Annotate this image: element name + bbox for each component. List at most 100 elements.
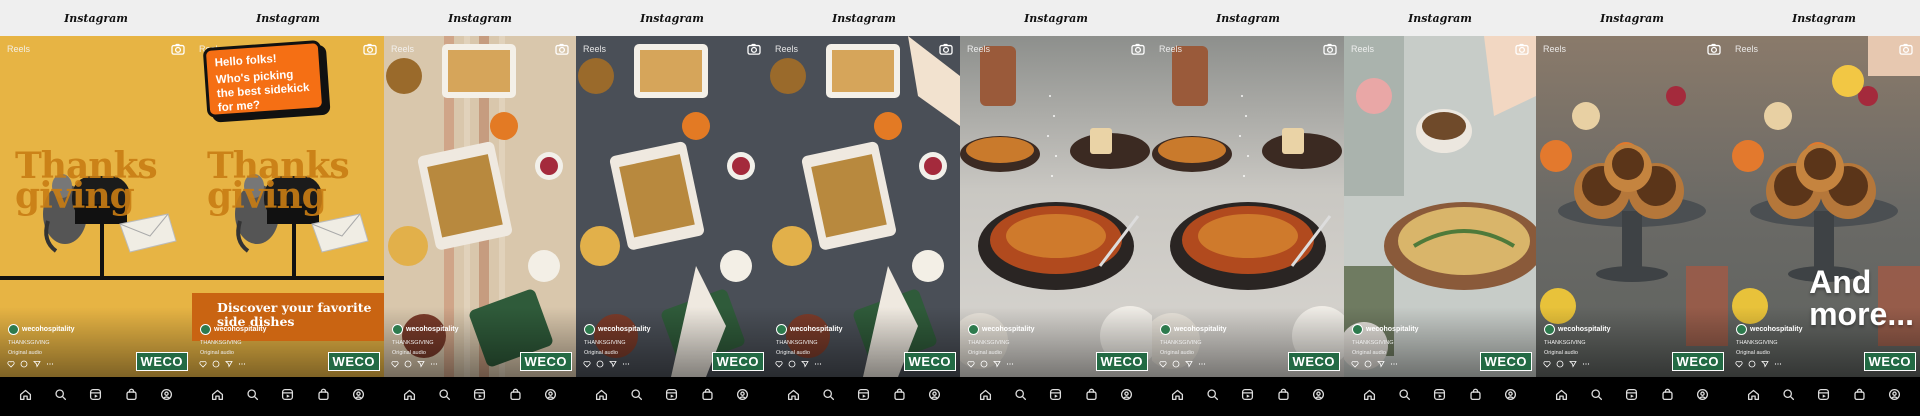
account-row[interactable]: wecohospitality: [1736, 324, 1803, 335]
reel-content[interactable]: Reels wecohospitality THANKSGIVING Origi…: [576, 36, 768, 377]
shop-icon[interactable]: [509, 388, 522, 406]
profile-icon[interactable]: [736, 388, 749, 406]
heart-icon[interactable]: [391, 355, 399, 373]
avatar[interactable]: [776, 324, 787, 335]
account-name[interactable]: wecohospitality: [214, 326, 267, 333]
profile-icon[interactable]: [928, 388, 941, 406]
account-row[interactable]: wecohospitality: [1160, 324, 1227, 335]
heart-icon[interactable]: [1159, 355, 1167, 373]
account-name[interactable]: wecohospitality: [22, 326, 75, 333]
reels-icon[interactable]: [665, 388, 678, 406]
comment-icon[interactable]: [20, 355, 28, 373]
shop-icon[interactable]: [1853, 388, 1866, 406]
reels-tab-label[interactable]: Reels: [775, 44, 798, 54]
home-icon[interactable]: [403, 388, 416, 406]
home-icon[interactable]: [211, 388, 224, 406]
send-icon[interactable]: [1761, 355, 1769, 373]
reel-content[interactable]: Reels wecohospitality THANKSGIVING Origi…: [960, 36, 1152, 377]
heart-icon[interactable]: [7, 355, 15, 373]
more-icon[interactable]: [46, 355, 54, 373]
reels-icon[interactable]: [1625, 388, 1638, 406]
home-icon[interactable]: [595, 388, 608, 406]
profile-icon[interactable]: [352, 388, 365, 406]
home-icon[interactable]: [1747, 388, 1760, 406]
comment-icon[interactable]: [1364, 355, 1372, 373]
send-icon[interactable]: [993, 355, 1001, 373]
reels-tab-label[interactable]: Reels: [1543, 44, 1566, 54]
reel-content[interactable]: Reels wecohospitality THANKSGIVING Origi…: [1152, 36, 1344, 377]
heart-icon[interactable]: [1543, 355, 1551, 373]
heart-icon[interactable]: [967, 355, 975, 373]
account-row[interactable]: wecohospitality: [968, 324, 1035, 335]
reels-icon[interactable]: [1241, 388, 1254, 406]
camera-icon[interactable]: [939, 42, 953, 55]
account-row[interactable]: wecohospitality: [1544, 324, 1611, 335]
comment-icon[interactable]: [788, 355, 796, 373]
camera-icon[interactable]: [363, 42, 377, 55]
camera-icon[interactable]: [555, 42, 569, 55]
reel-content[interactable]: Reels Thanks giving Hello folks! Who's p…: [192, 36, 384, 377]
avatar[interactable]: [392, 324, 403, 335]
profile-icon[interactable]: [1696, 388, 1709, 406]
search-icon[interactable]: [438, 388, 451, 406]
comment-icon[interactable]: [596, 355, 604, 373]
reel-content[interactable]: Reels wecohospitality THANKSGIVING Origi…: [1536, 36, 1728, 377]
reels-tab-label[interactable]: Reels: [967, 44, 990, 54]
comment-icon[interactable]: [1556, 355, 1564, 373]
account-name[interactable]: wecohospitality: [1558, 326, 1611, 333]
camera-icon[interactable]: [171, 42, 185, 55]
search-icon[interactable]: [1014, 388, 1027, 406]
shop-icon[interactable]: [125, 388, 138, 406]
send-icon[interactable]: [33, 355, 41, 373]
account-name[interactable]: wecohospitality: [598, 326, 651, 333]
heart-icon[interactable]: [1735, 355, 1743, 373]
profile-icon[interactable]: [1504, 388, 1517, 406]
heart-icon[interactable]: [775, 355, 783, 373]
avatar[interactable]: [8, 324, 19, 335]
camera-icon[interactable]: [1707, 42, 1721, 55]
send-icon[interactable]: [1569, 355, 1577, 373]
more-icon[interactable]: [238, 355, 246, 373]
search-icon[interactable]: [1206, 388, 1219, 406]
reels-icon[interactable]: [1817, 388, 1830, 406]
home-icon[interactable]: [1555, 388, 1568, 406]
reels-icon[interactable]: [857, 388, 870, 406]
reel-content[interactable]: Reels Thanks giving wecohospitality THAN…: [0, 36, 192, 377]
shop-icon[interactable]: [317, 388, 330, 406]
home-icon[interactable]: [979, 388, 992, 406]
heart-icon[interactable]: [583, 355, 591, 373]
reel-content[interactable]: Reels And more... wecohospitality THANKS…: [1728, 36, 1920, 377]
shop-icon[interactable]: [1085, 388, 1098, 406]
reels-tab-label[interactable]: Reels: [1351, 44, 1374, 54]
reel-content[interactable]: Reels wecohospitality THANKSGIVING Origi…: [768, 36, 960, 377]
account-name[interactable]: wecohospitality: [982, 326, 1035, 333]
reels-tab-label[interactable]: Reels: [1735, 44, 1758, 54]
search-icon[interactable]: [1398, 388, 1411, 406]
account-row[interactable]: wecohospitality: [8, 324, 75, 335]
profile-icon[interactable]: [160, 388, 173, 406]
more-icon[interactable]: [1390, 355, 1398, 373]
account-row[interactable]: wecohospitality: [584, 324, 651, 335]
home-icon[interactable]: [1171, 388, 1184, 406]
search-icon[interactable]: [1782, 388, 1795, 406]
send-icon[interactable]: [609, 355, 617, 373]
profile-icon[interactable]: [1120, 388, 1133, 406]
reels-icon[interactable]: [89, 388, 102, 406]
avatar[interactable]: [968, 324, 979, 335]
search-icon[interactable]: [630, 388, 643, 406]
camera-icon[interactable]: [747, 42, 761, 55]
comment-icon[interactable]: [980, 355, 988, 373]
more-icon[interactable]: [1774, 355, 1782, 373]
profile-icon[interactable]: [1888, 388, 1901, 406]
account-row[interactable]: wecohospitality: [1352, 324, 1419, 335]
shop-icon[interactable]: [893, 388, 906, 406]
reels-icon[interactable]: [281, 388, 294, 406]
home-icon[interactable]: [787, 388, 800, 406]
more-icon[interactable]: [814, 355, 822, 373]
account-name[interactable]: wecohospitality: [1750, 326, 1803, 333]
camera-icon[interactable]: [1899, 42, 1913, 55]
avatar[interactable]: [1544, 324, 1555, 335]
search-icon[interactable]: [822, 388, 835, 406]
heart-icon[interactable]: [1351, 355, 1359, 373]
reels-tab-label[interactable]: Reels: [7, 44, 30, 54]
